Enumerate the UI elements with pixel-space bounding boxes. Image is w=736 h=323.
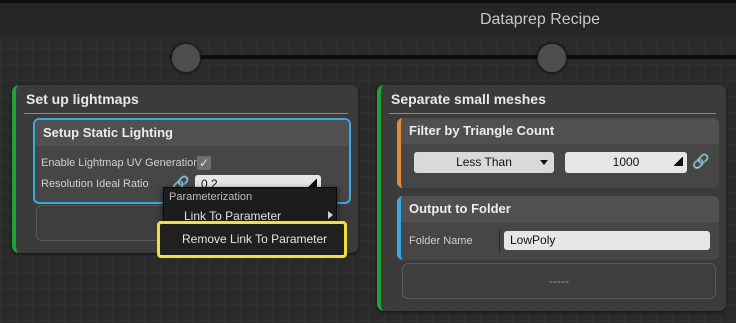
page-title: Dataprep Recipe <box>479 11 601 28</box>
step-title: Separate small meshes <box>391 91 546 107</box>
step-card-separate-small-meshes[interactable]: Separate small meshes Filter by Triangle… <box>377 85 726 311</box>
step-title: Set up lightmaps <box>26 91 139 107</box>
enable-lightmap-uv-label: Enable Lightmap UV Generation <box>41 157 200 169</box>
triangle-count-field[interactable]: 1000 <box>565 152 687 173</box>
comparison-dropdown-value: Less Than <box>456 155 512 169</box>
step-divider <box>24 113 348 114</box>
folder-name-label: Folder Name <box>409 235 473 247</box>
submenu-arrow-icon <box>328 211 333 219</box>
recipe-header: Dataprep Recipe <box>0 3 736 35</box>
operation-title: Setup Static Lighting <box>43 125 173 140</box>
timeline-step-knob-1[interactable] <box>171 43 201 73</box>
step-drop-slot[interactable]: ----- <box>402 263 716 299</box>
comparison-dropdown[interactable]: Less Than <box>414 152 554 173</box>
timeline-step-knob-2[interactable] <box>537 43 567 73</box>
field-divider <box>499 230 500 252</box>
filter-title: Filter by Triangle Count <box>409 123 555 138</box>
step-timeline <box>170 55 736 59</box>
menu-header: Parameterization <box>169 191 253 203</box>
dropdown-arrow-icon <box>540 160 548 165</box>
link-icon[interactable]: 🔗 <box>692 154 709 168</box>
filter-by-triangle-count[interactable]: Filter by Triangle Count Less Than 1000 … <box>397 118 719 188</box>
highlight-remove-link: Remove Link To Parameter <box>157 221 347 258</box>
empty-slot-placeholder: ----- <box>549 274 569 288</box>
menu-item-remove-link-to-parameter[interactable]: Remove Link To Parameter <box>182 232 327 246</box>
step-divider <box>389 113 716 114</box>
triangle-count-value: 1000 <box>612 155 640 169</box>
folder-name-field[interactable]: LowPoly <box>504 231 710 250</box>
resolution-ideal-ratio-label: Resolution Ideal Ratio <box>41 178 149 190</box>
enable-lightmap-uv-checkbox[interactable]: ✓ <box>197 156 211 170</box>
checkmark-icon: ✓ <box>198 156 210 170</box>
folder-name-value: LowPoly <box>510 233 556 247</box>
output-to-folder[interactable]: Output to Folder Folder Name LowPoly <box>397 196 719 260</box>
output-title: Output to Folder <box>409 201 511 216</box>
resize-corner-icon <box>674 157 683 166</box>
